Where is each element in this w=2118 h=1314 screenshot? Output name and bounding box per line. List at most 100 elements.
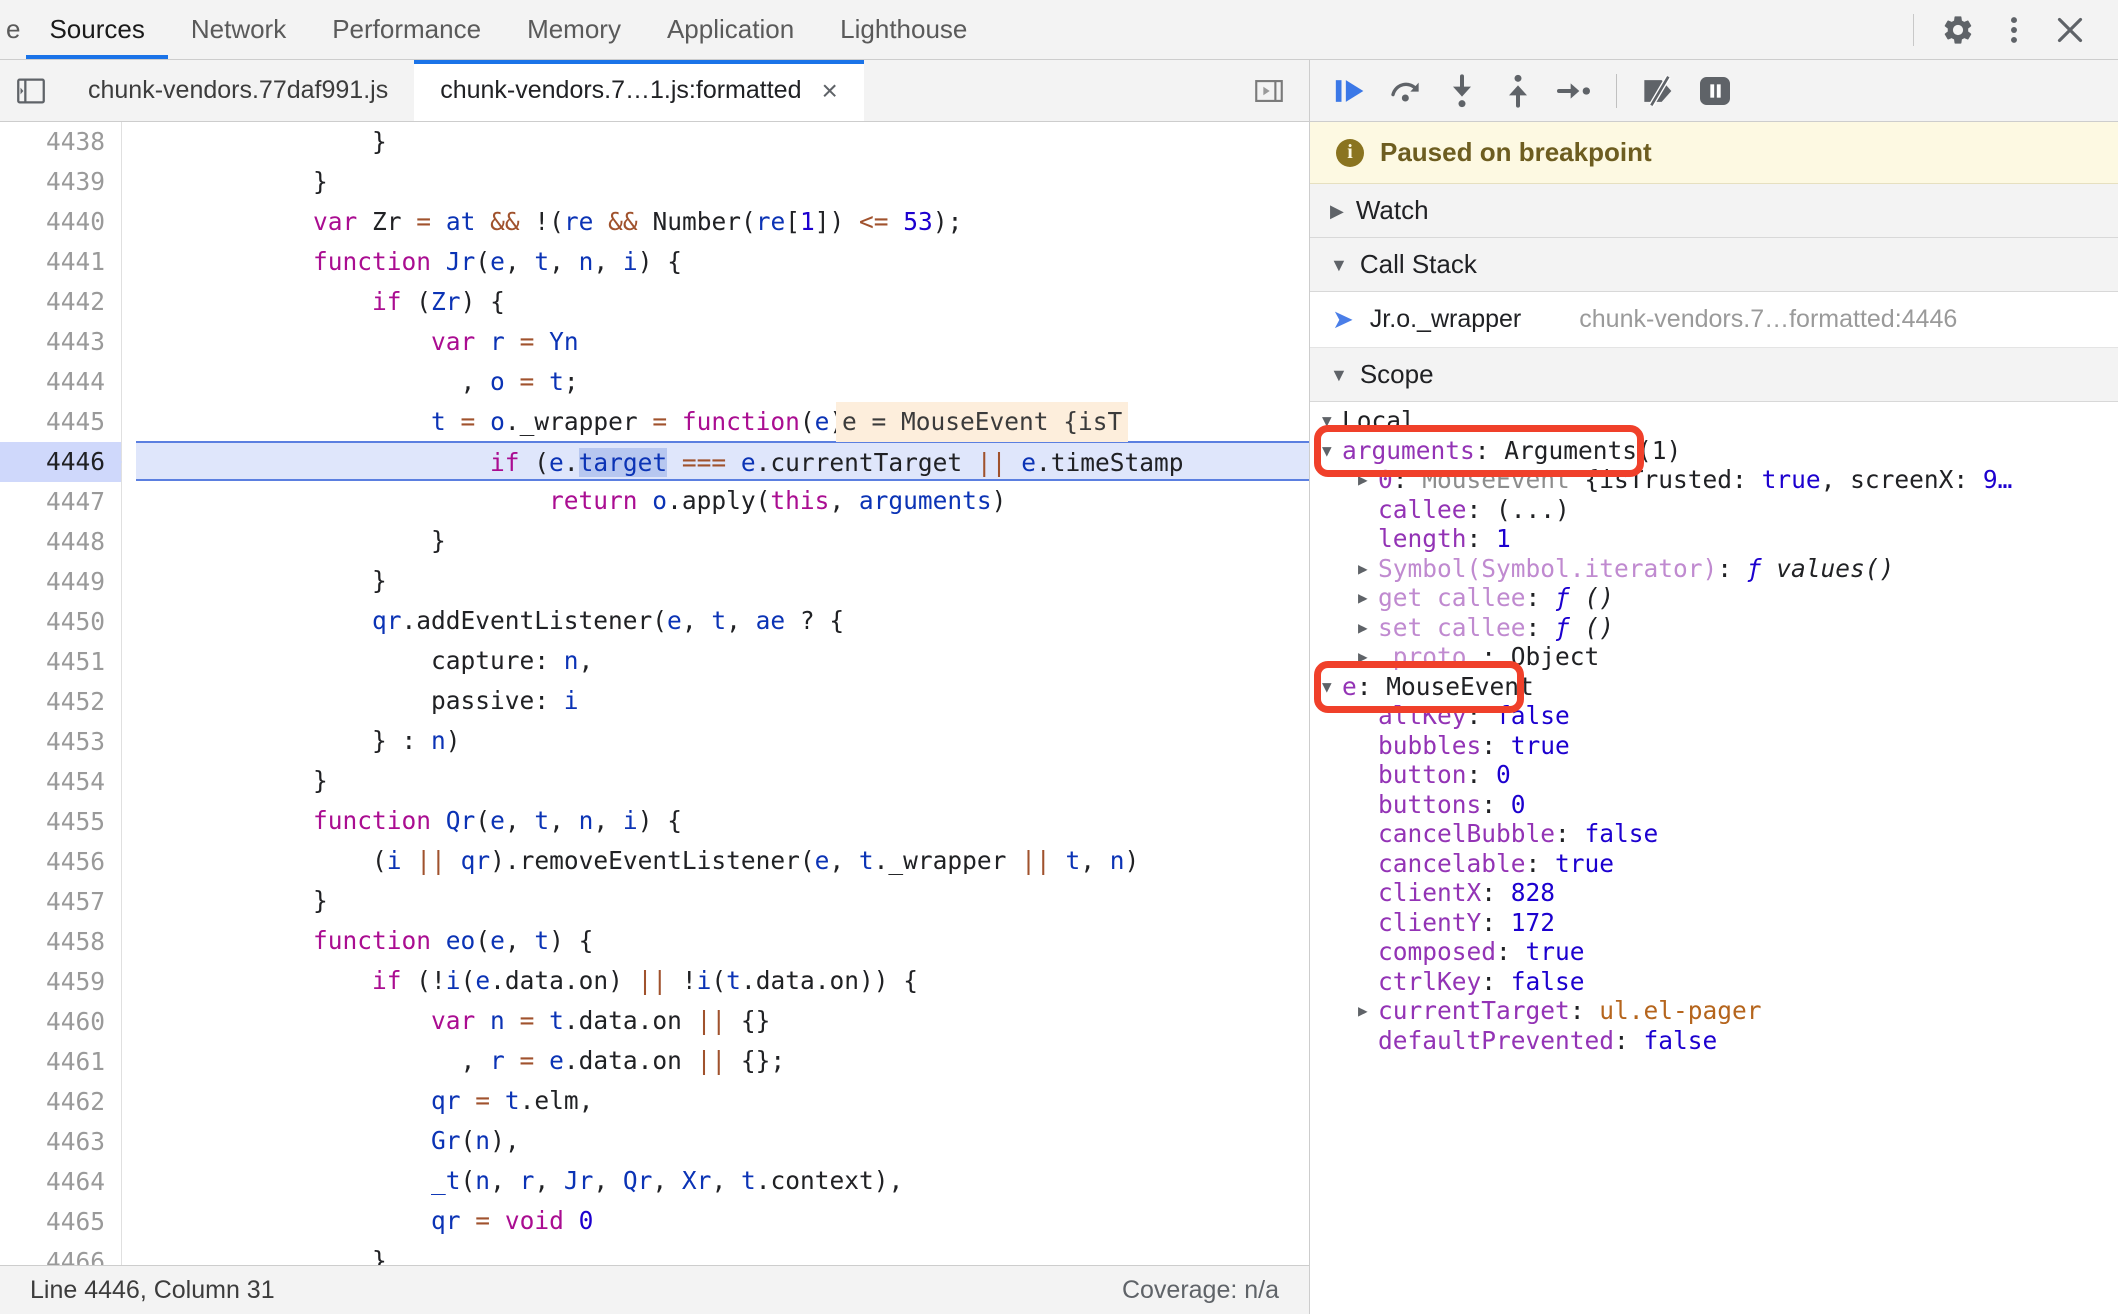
panel-tab-memory[interactable]: Memory	[504, 0, 644, 59]
section-header-scope[interactable]: ▼ Scope	[1310, 348, 2118, 402]
panel-tab-performance[interactable]: Performance	[309, 0, 504, 59]
code-line[interactable]: Gr(n),	[136, 1121, 1309, 1161]
code-line[interactable]: var Zr = at && !(re && Number(re[1]) <= …	[136, 202, 1309, 242]
scope-row[interactable]: clientY: 172	[1310, 908, 2118, 938]
code-line[interactable]: function eo(e, t) {	[136, 921, 1309, 961]
scope-row[interactable]: ▶ proto : Object	[1310, 642, 2118, 672]
line-number[interactable]: 4444	[0, 362, 121, 402]
line-number[interactable]: 4460	[0, 1002, 121, 1042]
settings-gear-icon[interactable]	[1932, 4, 1984, 56]
chevron-right-icon[interactable]: ▶	[1358, 996, 1378, 1026]
line-number[interactable]: 4454	[0, 762, 121, 802]
show-navigator-icon[interactable]	[0, 60, 62, 121]
line-number[interactable]: 4443	[0, 322, 121, 362]
chevron-down-icon[interactable]: ▼	[1322, 436, 1342, 466]
chevron-right-icon[interactable]: ▶	[1358, 554, 1378, 584]
chevron-down-icon[interactable]: ▼	[1322, 672, 1342, 702]
scope-row[interactable]: bubbles: true	[1310, 731, 2118, 761]
line-number[interactable]: 4439	[0, 162, 121, 202]
line-number[interactable]: 4463	[0, 1122, 121, 1162]
code-line[interactable]: , o = t;	[136, 362, 1309, 402]
section-header-watch[interactable]: ▶ Watch	[1310, 184, 2118, 238]
code-content[interactable]: } } var Zr = at && !(re && Number(re[1])…	[122, 122, 1309, 1265]
code-line[interactable]: var n = t.data.on || {}	[136, 1001, 1309, 1041]
scope-row[interactable]: altKey: false	[1310, 701, 2118, 731]
panel-tab-application[interactable]: Application	[644, 0, 817, 59]
scope-row[interactable]: cancelBubble: false	[1310, 819, 2118, 849]
line-number[interactable]: 4449	[0, 562, 121, 602]
scope-row[interactable]: clientX: 828	[1310, 878, 2118, 908]
chevron-right-icon[interactable]: ▶	[1358, 642, 1378, 672]
line-number[interactable]: 4446	[0, 442, 122, 482]
scope-row[interactable]: ▶ currentTarget: ul.el-pager	[1310, 996, 2118, 1026]
code-line[interactable]: }	[136, 162, 1309, 202]
panel-tab-sources[interactable]: Sources	[26, 0, 169, 59]
deactivate-breakpoints-icon[interactable]	[1633, 65, 1685, 117]
code-line[interactable]: }	[136, 1241, 1309, 1265]
code-line[interactable]: var r = Yn	[136, 322, 1309, 362]
scope-row[interactable]: callee: (...)	[1310, 495, 2118, 525]
code-line[interactable]: _t(n, r, Jr, Qr, Xr, t.context),	[136, 1161, 1309, 1201]
scope-row[interactable]: length: 1	[1310, 524, 2118, 554]
scope-variables-tree[interactable]: ▼ Local ▼ arguments: Arguments(1) ▶ 0: MouseE…	[1310, 402, 2118, 1314]
code-editor[interactable]: 4438 4439 4440 4441 4442 4443 4444 4445 4446 4447…	[0, 122, 1309, 1265]
scope-row[interactable]: buttons: 0	[1310, 790, 2118, 820]
code-line[interactable]: }	[136, 761, 1309, 801]
section-header-call-stack[interactable]: ▼ Call Stack	[1310, 238, 2118, 292]
panel-tab-e[interactable]: e	[0, 0, 26, 59]
code-line[interactable]: }	[136, 521, 1309, 561]
scope-row[interactable]: ▼ arguments: Arguments(1)	[1310, 436, 2118, 466]
line-number[interactable]: 4466	[0, 1242, 121, 1265]
code-line[interactable]: }	[136, 881, 1309, 921]
code-line[interactable]: if (!i(e.data.on) || !i(t.data.on)) {	[136, 961, 1309, 1001]
scope-row[interactable]: ctrlKey: false	[1310, 967, 2118, 997]
code-line[interactable]: if (Zr) {	[136, 282, 1309, 322]
scope-row[interactable]: ▶ Symbol(Symbol.iterator): ƒ values()	[1310, 554, 2118, 584]
file-tab-close-icon[interactable]: ×	[821, 76, 837, 105]
file-tab-1[interactable]: chunk-vendors.77daf991.js	[62, 60, 415, 121]
code-line[interactable]: t = o._wrapper = function(e) {	[136, 402, 1309, 442]
scope-row[interactable]: ▶ get callee: ƒ ()	[1310, 583, 2118, 613]
scope-row[interactable]: button: 0	[1310, 760, 2118, 790]
panel-tab-network[interactable]: Network	[168, 0, 309, 59]
code-line[interactable]: qr = void 0	[136, 1201, 1309, 1241]
scope-row[interactable]: ▼ e: MouseEvent	[1310, 672, 2118, 702]
step-over-next-function-call-icon[interactable]	[1380, 65, 1432, 117]
code-line[interactable]: if (e.target === e.currentTarget || e.ti…	[136, 441, 1309, 481]
line-number[interactable]: 4442	[0, 282, 121, 322]
step-into-next-function-call-icon[interactable]	[1436, 65, 1488, 117]
chevron-right-icon[interactable]: ▶	[1358, 465, 1378, 495]
code-line[interactable]: } : n)	[136, 721, 1309, 761]
call-stack-row[interactable]: ➤ Jr.o._wrapper chunk-vendors.7…formatte…	[1310, 292, 2118, 348]
scope-row[interactable]: defaultPrevented: false	[1310, 1026, 2118, 1056]
code-line[interactable]: (i || qr).removeEventListener(e, t._wrap…	[136, 841, 1309, 881]
code-line[interactable]: return o.apply(this, arguments)	[136, 481, 1309, 521]
line-number-gutter[interactable]: 4438 4439 4440 4441 4442 4443 4444 4445 4446 4447…	[0, 122, 122, 1265]
scope-row[interactable]: ▼ Local	[1310, 406, 2118, 436]
line-number[interactable]: 4438	[0, 122, 121, 162]
line-number[interactable]: 4465	[0, 1202, 121, 1242]
line-number[interactable]: 4458	[0, 922, 121, 962]
code-line[interactable]: }	[136, 561, 1309, 601]
code-line[interactable]: passive: i	[136, 681, 1309, 721]
code-line[interactable]: qr.addEventListener(e, t, ae ? {	[136, 601, 1309, 641]
line-number[interactable]: 4455	[0, 802, 121, 842]
line-number[interactable]: 4461	[0, 1042, 121, 1082]
line-number[interactable]: 4452	[0, 682, 121, 722]
line-number[interactable]: 4447	[0, 482, 121, 522]
show-debugger-sidebar-icon[interactable]	[1243, 65, 1295, 117]
code-line[interactable]: qr = t.elm,	[136, 1081, 1309, 1121]
code-line[interactable]: , r = e.data.on || {};	[136, 1041, 1309, 1081]
more-vertical-icon[interactable]	[1988, 4, 2040, 56]
line-number[interactable]: 4453	[0, 722, 121, 762]
chevron-down-icon[interactable]: ▼	[1322, 406, 1342, 436]
scope-row[interactable]: cancelable: true	[1310, 849, 2118, 879]
code-line[interactable]: }	[136, 122, 1309, 162]
scope-row[interactable]: composed: true	[1310, 937, 2118, 967]
step-out-of-current-function-icon[interactable]	[1492, 65, 1544, 117]
scope-row[interactable]: ▶ 0: MouseEvent {isTrusted: true, screenX…	[1310, 465, 2118, 495]
panel-tab-lighthouse[interactable]: Lighthouse	[817, 0, 990, 59]
line-number[interactable]: 4440	[0, 202, 121, 242]
scope-row[interactable]: ▶ set callee: ƒ ()	[1310, 613, 2118, 643]
close-icon[interactable]	[2044, 4, 2096, 56]
